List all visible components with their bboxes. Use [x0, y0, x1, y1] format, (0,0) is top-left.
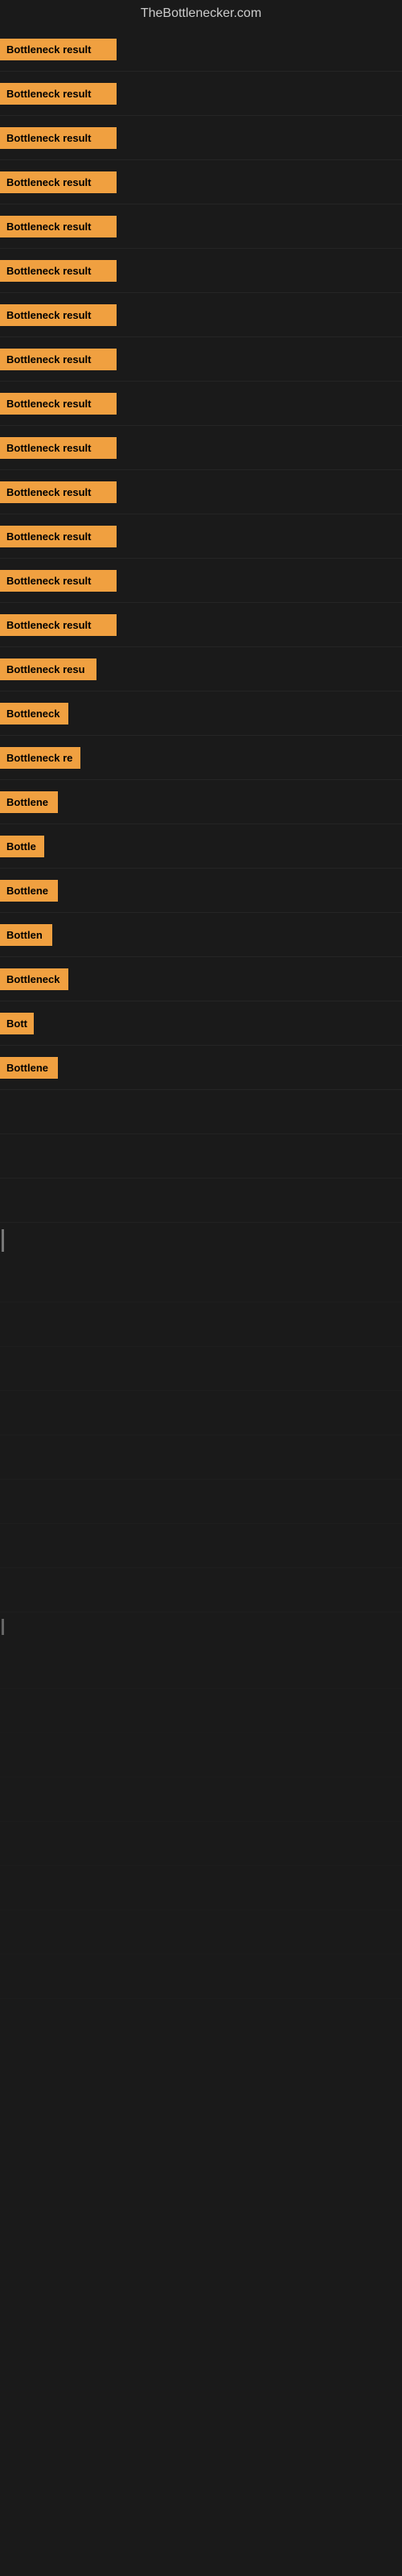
spacer-row-final-7 [0, 1955, 402, 1999]
spacer-row-lower-7 [0, 1568, 402, 1612]
bottleneck-bar-11[interactable]: Bottleneck result [0, 481, 117, 503]
spacer-row-lower-2 [0, 1347, 402, 1391]
bottleneck-bar-19[interactable]: Bottle [0, 836, 44, 857]
marker-row-2 [0, 1612, 402, 1645]
bottleneck-bar-8[interactable]: Bottleneck result [0, 349, 117, 370]
bottleneck-bar-15[interactable]: Bottleneck resu [0, 658, 96, 680]
spacer-row-lower-0 [0, 1258, 402, 1302]
spacer-row-2 [0, 1179, 402, 1223]
site-header: TheBottlenecker.com [0, 0, 402, 27]
bottleneck-bar-23[interactable]: Bott [0, 1013, 34, 1034]
spacer-row-lower-5 [0, 1480, 402, 1524]
spacer-row-lower-6 [0, 1524, 402, 1568]
bottleneck-bar-16[interactable]: Bottleneck [0, 703, 68, 724]
bottleneck-bar-14[interactable]: Bottleneck result [0, 614, 117, 636]
spacer-row-1 [0, 1134, 402, 1179]
bottleneck-bar-10[interactable]: Bottleneck result [0, 437, 117, 459]
bottleneck-row-6: Bottleneck result [0, 249, 402, 293]
bottleneck-row-9: Bottleneck result [0, 382, 402, 426]
bottleneck-bar-18[interactable]: Bottlene [0, 791, 58, 813]
bottleneck-bar-12[interactable]: Bottleneck result [0, 526, 117, 547]
bottleneck-bar-20[interactable]: Bottlene [0, 880, 58, 902]
bottleneck-row-20: Bottlene [0, 869, 402, 913]
bottleneck-bar-1[interactable]: Bottleneck result [0, 39, 117, 60]
bottleneck-row-4: Bottleneck result [0, 160, 402, 204]
site-title: TheBottlenecker.com [0, 0, 402, 27]
bottleneck-row-18: Bottlene [0, 780, 402, 824]
bottleneck-row-19: Bottle [0, 824, 402, 869]
bottleneck-row-12: Bottleneck result [0, 514, 402, 559]
marker-row-1 [0, 1223, 402, 1258]
spacer-row-lower-1 [0, 1302, 402, 1347]
spacer-row-final-5 [0, 1866, 402, 1910]
bottleneck-bar-4[interactable]: Bottleneck result [0, 171, 117, 193]
bottleneck-row-24: Bottlene [0, 1046, 402, 1090]
bottleneck-row-13: Bottleneck result [0, 559, 402, 603]
bottleneck-row-14: Bottleneck result [0, 603, 402, 647]
bottleneck-row-3: Bottleneck result [0, 116, 402, 160]
bottleneck-row-16: Bottleneck [0, 691, 402, 736]
spacer-row-0 [0, 1090, 402, 1134]
bottleneck-bar-17[interactable]: Bottleneck re [0, 747, 80, 769]
spacer-row-final-3 [0, 1777, 402, 1822]
bottleneck-row-8: Bottleneck result [0, 337, 402, 382]
spacer-row-final-2 [0, 1733, 402, 1777]
bottleneck-bar-2[interactable]: Bottleneck result [0, 83, 117, 105]
bars-container: Bottleneck result Bottleneck result Bottle… [0, 27, 402, 1999]
bottleneck-bar-22[interactable]: Bottleneck [0, 968, 68, 990]
bottleneck-bar-24[interactable]: Bottlene [0, 1057, 58, 1079]
spacer-row-final-0 [0, 1645, 402, 1689]
bottleneck-bar-21[interactable]: Bottlen [0, 924, 52, 946]
bottleneck-row-2: Bottleneck result [0, 72, 402, 116]
bottleneck-row-10: Bottleneck result [0, 426, 402, 470]
spacer-row-final-4 [0, 1822, 402, 1866]
bottleneck-row-23: Bott [0, 1001, 402, 1046]
bottleneck-row-22: Bottleneck [0, 957, 402, 1001]
bottleneck-row-7: Bottleneck result [0, 293, 402, 337]
bottleneck-row-21: Bottlen [0, 913, 402, 957]
bottleneck-bar-3[interactable]: Bottleneck result [0, 127, 117, 149]
spacer-row-lower-3 [0, 1391, 402, 1435]
bottleneck-bar-5[interactable]: Bottleneck result [0, 216, 117, 237]
spacer-row-final-1 [0, 1689, 402, 1733]
bottleneck-row-17: Bottleneck re [0, 736, 402, 780]
bottleneck-bar-13[interactable]: Bottleneck result [0, 570, 117, 592]
bottleneck-bar-6[interactable]: Bottleneck result [0, 260, 117, 282]
bottleneck-bar-9[interactable]: Bottleneck result [0, 393, 117, 415]
bottleneck-row-15: Bottleneck resu [0, 647, 402, 691]
bottleneck-row-11: Bottleneck result [0, 470, 402, 514]
bottleneck-row-5: Bottleneck result [0, 204, 402, 249]
spacer-row-final-6 [0, 1910, 402, 1955]
bottleneck-bar-7[interactable]: Bottleneck result [0, 304, 117, 326]
spacer-row-lower-4 [0, 1435, 402, 1480]
bottleneck-row-1: Bottleneck result [0, 27, 402, 72]
